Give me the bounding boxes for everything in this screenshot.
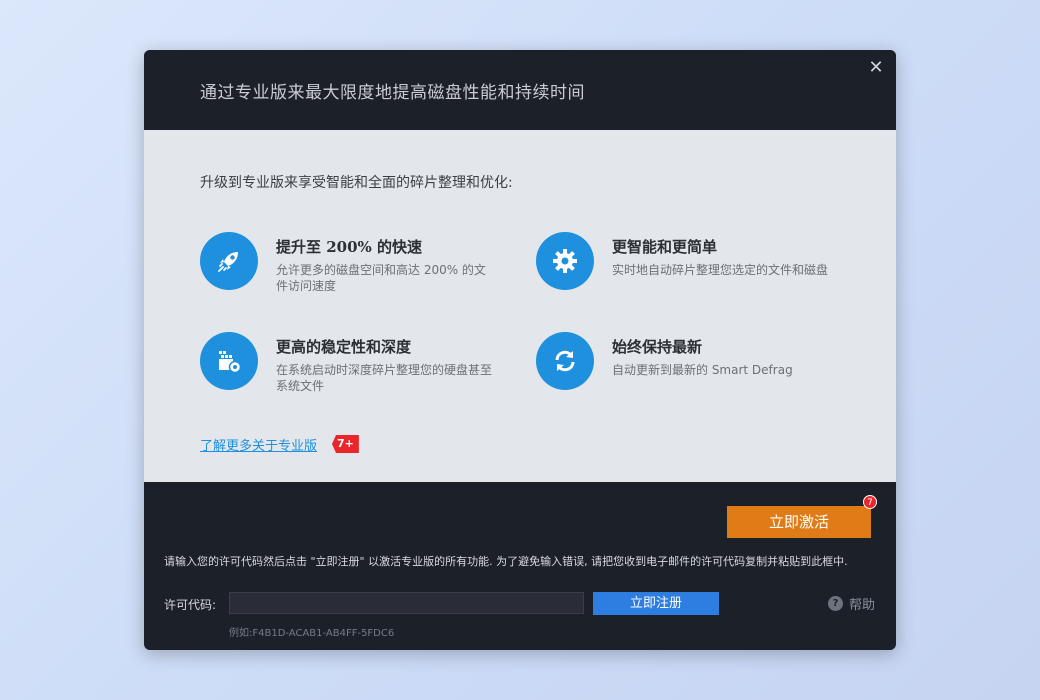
close-icon: ✕	[868, 57, 884, 78]
notification-badge: 7	[863, 495, 877, 509]
learn-more-link[interactable]: 了解更多关于专业版	[200, 435, 317, 454]
feature-title: 提升至 200% 的快速	[276, 238, 423, 256]
intro-text: 升级到专业版来享受智能和全面的碎片整理和优化:	[200, 175, 513, 191]
license-label: 许可代码:	[164, 598, 217, 612]
refresh-icon	[536, 332, 594, 390]
windows-version-badge: 7+	[332, 435, 359, 453]
feature-speed: 提升至 200% 的快速 允许更多的磁盘空间和高达 200% 的文件访问速度	[200, 232, 500, 296]
gear-icon	[536, 232, 594, 290]
feature-update: 始终保持最新 自动更新到最新的 Smart Defrag	[536, 332, 836, 396]
feature-title: 更智能和更简单	[612, 238, 718, 256]
feature-desc: 实时地自动碎片整理您选定的文件和磁盘	[612, 263, 829, 277]
license-hint: 请输入您的许可代码然后点击 "立即注册" 以激活专业版的所有功能. 为了避免输入…	[164, 555, 848, 568]
feature-stability: 更高的稳定性和深度 在系统启动时深度碎片整理您的硬盘甚至系统文件	[200, 332, 500, 396]
disk-defrag-icon	[200, 332, 258, 390]
activate-now-button[interactable]: 立即激活	[727, 506, 871, 538]
license-example: 例如:F4B1D-ACAB1-AB4FF-5FDC6	[229, 628, 395, 639]
feature-title: 更高的稳定性和深度	[276, 338, 412, 356]
feature-desc: 允许更多的磁盘空间和高达 200% 的文件访问速度	[276, 263, 486, 293]
license-code-input[interactable]	[229, 592, 584, 614]
close-button[interactable]: ✕	[864, 56, 888, 80]
help-icon: ?	[828, 596, 843, 611]
dialog-header: 通过专业版来最大限度地提高磁盘性能和持续时间 ✕	[144, 50, 896, 130]
feature-desc: 在系统启动时深度碎片整理您的硬盘甚至系统文件	[276, 363, 493, 393]
help-label: 帮助	[849, 598, 876, 613]
upgrade-dialog: 通过专业版来最大限度地提高磁盘性能和持续时间 ✕ 升级到专业版来享受智能和全面的…	[144, 50, 896, 650]
help-link[interactable]: ? 帮助	[828, 594, 875, 613]
features-panel: 升级到专业版来享受智能和全面的碎片整理和优化: 提升至 200% 的快速 允许更…	[144, 130, 896, 482]
feature-desc: 自动更新到最新的 Smart Defrag	[612, 363, 793, 377]
register-now-button[interactable]: 立即注册	[593, 592, 719, 615]
feature-title: 始终保持最新	[612, 338, 703, 356]
feature-smart: 更智能和更简单 实时地自动碎片整理您选定的文件和磁盘	[536, 232, 836, 296]
rocket-icon	[200, 232, 258, 290]
dialog-title: 通过专业版来最大限度地提高磁盘性能和持续时间	[200, 83, 585, 103]
